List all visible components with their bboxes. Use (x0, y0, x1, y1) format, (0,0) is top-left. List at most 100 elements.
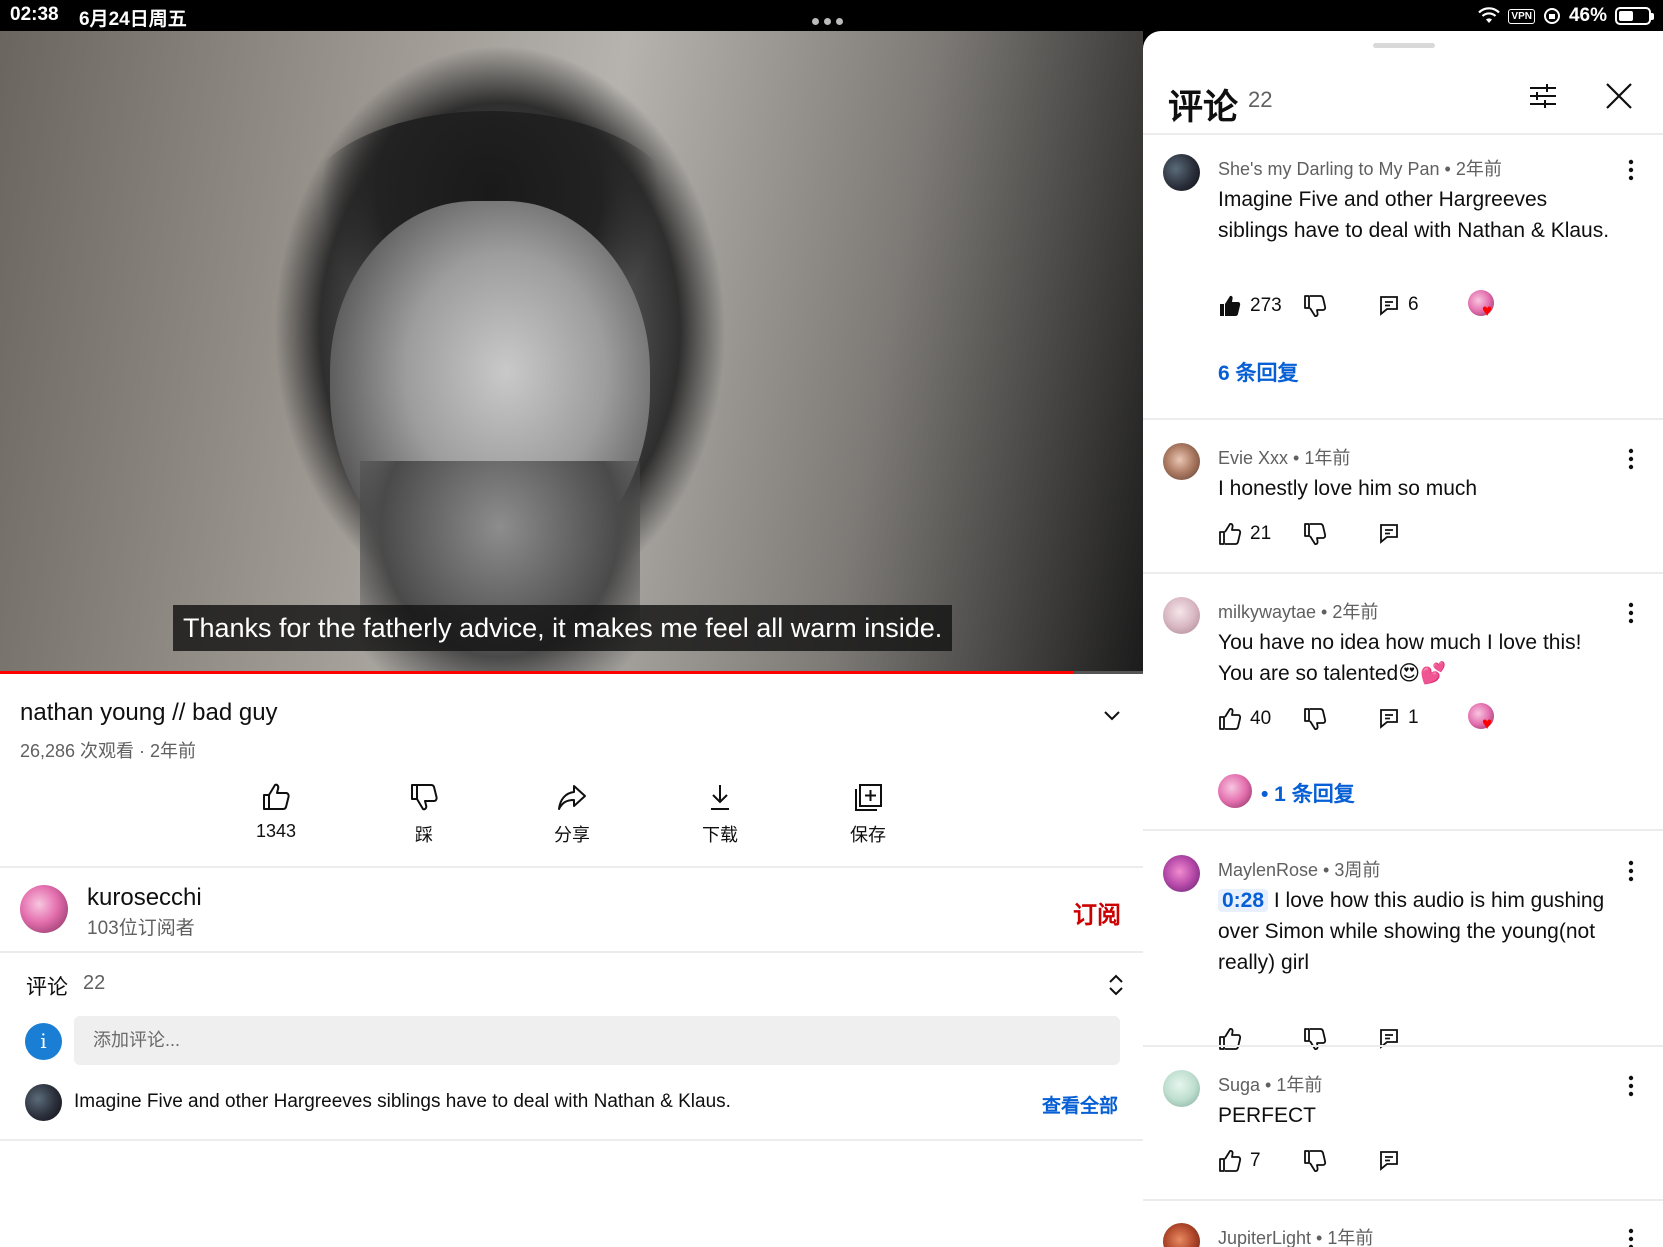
comment-reply-button[interactable] (1378, 1149, 1400, 1171)
video-actions: 1343 踩 分享 下载 保存 (200, 781, 960, 851)
comment-header[interactable]: JupiterLight • 1年前 (1218, 1224, 1373, 1247)
comment-avatar[interactable] (1163, 1070, 1200, 1107)
top-comment-avatar (25, 1084, 62, 1121)
channel-name[interactable]: kurosecchi (87, 884, 202, 912)
comment-reply-button[interactable]: 1 (1378, 707, 1419, 729)
comment-like-button[interactable]: 21 (1218, 522, 1271, 546)
status-indicators: VPN 46% (1478, 4, 1654, 28)
divider (0, 866, 1143, 868)
comment-like-count: 21 (1250, 523, 1272, 544)
dislike-label: 踩 (415, 825, 433, 845)
thumb-down-icon (411, 784, 438, 811)
comment-avatar[interactable] (1163, 1223, 1200, 1247)
chevron-down-icon[interactable] (1100, 703, 1124, 727)
download-icon (711, 785, 729, 810)
comment-actions: 7 (1218, 1149, 1658, 1179)
video-title[interactable]: nathan young // bad guy (20, 699, 278, 727)
comment-actions: 273 6 ♥ (1218, 290, 1658, 324)
comment-dislike-button[interactable] (1303, 1149, 1327, 1173)
battery-percent: 46% (1568, 5, 1607, 26)
comment-reply-button[interactable]: 6 (1378, 294, 1419, 316)
video-subtitle: Thanks for the fatherly advice, it makes… (173, 605, 953, 651)
add-comment-input[interactable] (74, 1016, 1120, 1065)
comment-like-button[interactable]: 273 (1218, 294, 1282, 318)
drag-handle[interactable] (1373, 43, 1435, 48)
comment-reply-button[interactable] (1378, 522, 1400, 544)
comment-header[interactable]: milkywaytae • 2年前 (1218, 598, 1378, 624)
video-progress-bar[interactable] (0, 671, 1143, 674)
expand-collapse-icon[interactable] (1106, 973, 1126, 997)
download-label: 下载 (702, 825, 738, 845)
reply-icon (1380, 709, 1398, 729)
divider (1143, 133, 1663, 135)
screen: 02:38 6月24日周五 VPN 46% Thanks for the fat… (0, 0, 1663, 1247)
dislike-button[interactable]: 踩 (374, 781, 474, 847)
creator-heart-badge: ♥ (1468, 290, 1500, 322)
thumb-down-icon (1304, 295, 1327, 317)
more-options-icon[interactable] (1621, 599, 1641, 627)
user-avatar[interactable]: i (25, 1023, 62, 1060)
more-options-icon[interactable] (1621, 156, 1641, 184)
more-options-icon[interactable] (1621, 1072, 1641, 1100)
view-replies-button[interactable]: • 1 条回复 (1261, 778, 1355, 808)
subscribe-button[interactable]: 订阅 (1073, 895, 1121, 930)
comment-avatar[interactable] (1163, 597, 1200, 634)
heart-icon: ♥ (1482, 301, 1493, 320)
comment-dislike-button[interactable] (1303, 1027, 1327, 1051)
download-button[interactable]: 下载 (670, 781, 770, 847)
divider (1143, 1199, 1663, 1201)
comments-panel: 评论 22 She's my Darling to My Pan • 2年前 I… (1143, 31, 1663, 1247)
thumb-up-filled-icon (1220, 295, 1241, 316)
comment-header[interactable]: She's my Darling to My Pan • 2年前 (1218, 155, 1502, 181)
reply-icon (1380, 296, 1398, 316)
sort-filter-icon[interactable] (1528, 81, 1558, 111)
video-player[interactable]: Thanks for the fatherly advice, it makes… (0, 31, 1143, 674)
save-button[interactable]: 保存 (818, 781, 918, 847)
comment-like-button[interactable] (1218, 1027, 1242, 1051)
thumb-up-icon (263, 783, 290, 810)
channel-avatar[interactable] (20, 885, 68, 933)
more-options-icon[interactable] (1621, 445, 1641, 473)
comment-avatar[interactable] (1163, 443, 1200, 480)
panel-comment-count: 22 (1248, 87, 1273, 112)
heart-icon: ♥ (1482, 714, 1493, 733)
reply-icon (1380, 1151, 1398, 1171)
comment-header[interactable]: Evie Xxx • 1年前 (1218, 444, 1350, 470)
multitasking-dots-icon[interactable] (812, 12, 852, 25)
battery-icon (1615, 7, 1654, 25)
comment-text: You have no idea how much I love this! Y… (1218, 631, 1582, 685)
thumb-up-icon (1219, 523, 1242, 545)
comment-header[interactable]: Suga • 1年前 (1218, 1071, 1322, 1097)
timestamp-link[interactable]: 0:28 (1218, 889, 1269, 912)
orientation-lock-icon (1543, 8, 1560, 24)
comment-header[interactable]: MaylenRose • 3周前 (1218, 856, 1380, 882)
thumb-down-icon (1304, 1028, 1327, 1050)
see-all-button[interactable]: 查看全部 (1042, 1091, 1118, 1118)
top-comment-text[interactable]: Imagine Five and other Hargreeves siblin… (74, 1091, 731, 1113)
comment-dislike-button[interactable] (1303, 522, 1327, 546)
comment-like-button[interactable]: 7 (1218, 1149, 1261, 1173)
comments-label[interactable]: 评论 (26, 971, 68, 1001)
comment-text-body: I love how this audio is him gushing ove… (1218, 889, 1605, 974)
thumb-up-icon (1219, 1028, 1242, 1050)
comment-like-button[interactable]: 40 (1218, 707, 1271, 731)
share-button[interactable]: 分享 (522, 781, 622, 847)
divider (0, 1139, 1143, 1141)
view-replies-button[interactable]: 6 条回复 (1218, 357, 1299, 387)
comments-count: 22 (83, 972, 106, 994)
share-label: 分享 (554, 825, 590, 845)
creator-heart-badge: ♥ (1468, 703, 1500, 735)
comment-dislike-button[interactable] (1303, 294, 1327, 318)
divider (1143, 829, 1663, 831)
vpn-badge: VPN (1508, 8, 1535, 24)
like-button[interactable]: 1343 (226, 781, 326, 842)
comment-dislike-button[interactable] (1303, 707, 1327, 731)
reply-icon (1380, 524, 1398, 544)
comment-avatar[interactable] (1163, 154, 1200, 191)
more-options-icon[interactable] (1621, 1225, 1641, 1247)
comment-avatar[interactable] (1163, 855, 1200, 892)
save-label: 保存 (850, 825, 886, 845)
more-options-icon[interactable] (1621, 857, 1641, 885)
close-icon[interactable] (1604, 81, 1634, 111)
status-bar: 02:38 6月24日周五 VPN 46% (0, 0, 1663, 31)
